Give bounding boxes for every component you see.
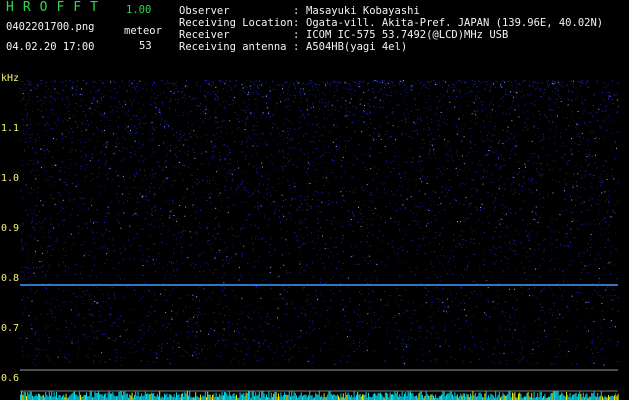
app-title: HROFFT [6,0,107,15]
receiver-value: ICOM IC-575 53.7492(@LCD)MHz USB [306,29,509,41]
antenna-value: A504HB(yagi 4el) [306,41,408,53]
antenna-colon: : [293,41,300,53]
location-label: Receiving Location [179,17,293,29]
freq-label-0.7: 0.7 [1,323,20,334]
receiver-colon: : [293,29,300,41]
location-colon: : [293,17,300,29]
freq-label-0.9: 0.9 [1,223,20,234]
meteor-count: 53 [139,40,152,52]
spectrogram-background [20,80,620,400]
datetime: 04.02.20 17:00 [6,41,95,53]
header-panel: HROFFT 1.00 0402201700.png meteor 04.02.… [0,0,629,72]
receiver-label: Receiver [179,29,230,41]
frequency-unit-label: kHz [1,73,20,84]
spectrogram-plot [20,80,620,400]
antenna-label: Receiving antenna [179,41,287,53]
freq-label-0.8: 0.8 [1,273,20,284]
observer-label: Observer [179,5,230,17]
meteor-label: meteor [124,25,162,37]
freq-label-0.6: 0.6 [1,373,20,384]
observer-colon: : [293,5,300,17]
freq-label-1.1: 1.1 [1,123,20,134]
freq-label-1.0: 1.0 [1,173,20,184]
filename: 0402201700.png [6,21,95,33]
observer-value: Masayuki Kobayashi [306,5,420,17]
app-version: 1.00 [126,4,152,16]
location-value: Ogata-vill. Akita-Pref. JAPAN (139.96E, … [306,17,604,29]
